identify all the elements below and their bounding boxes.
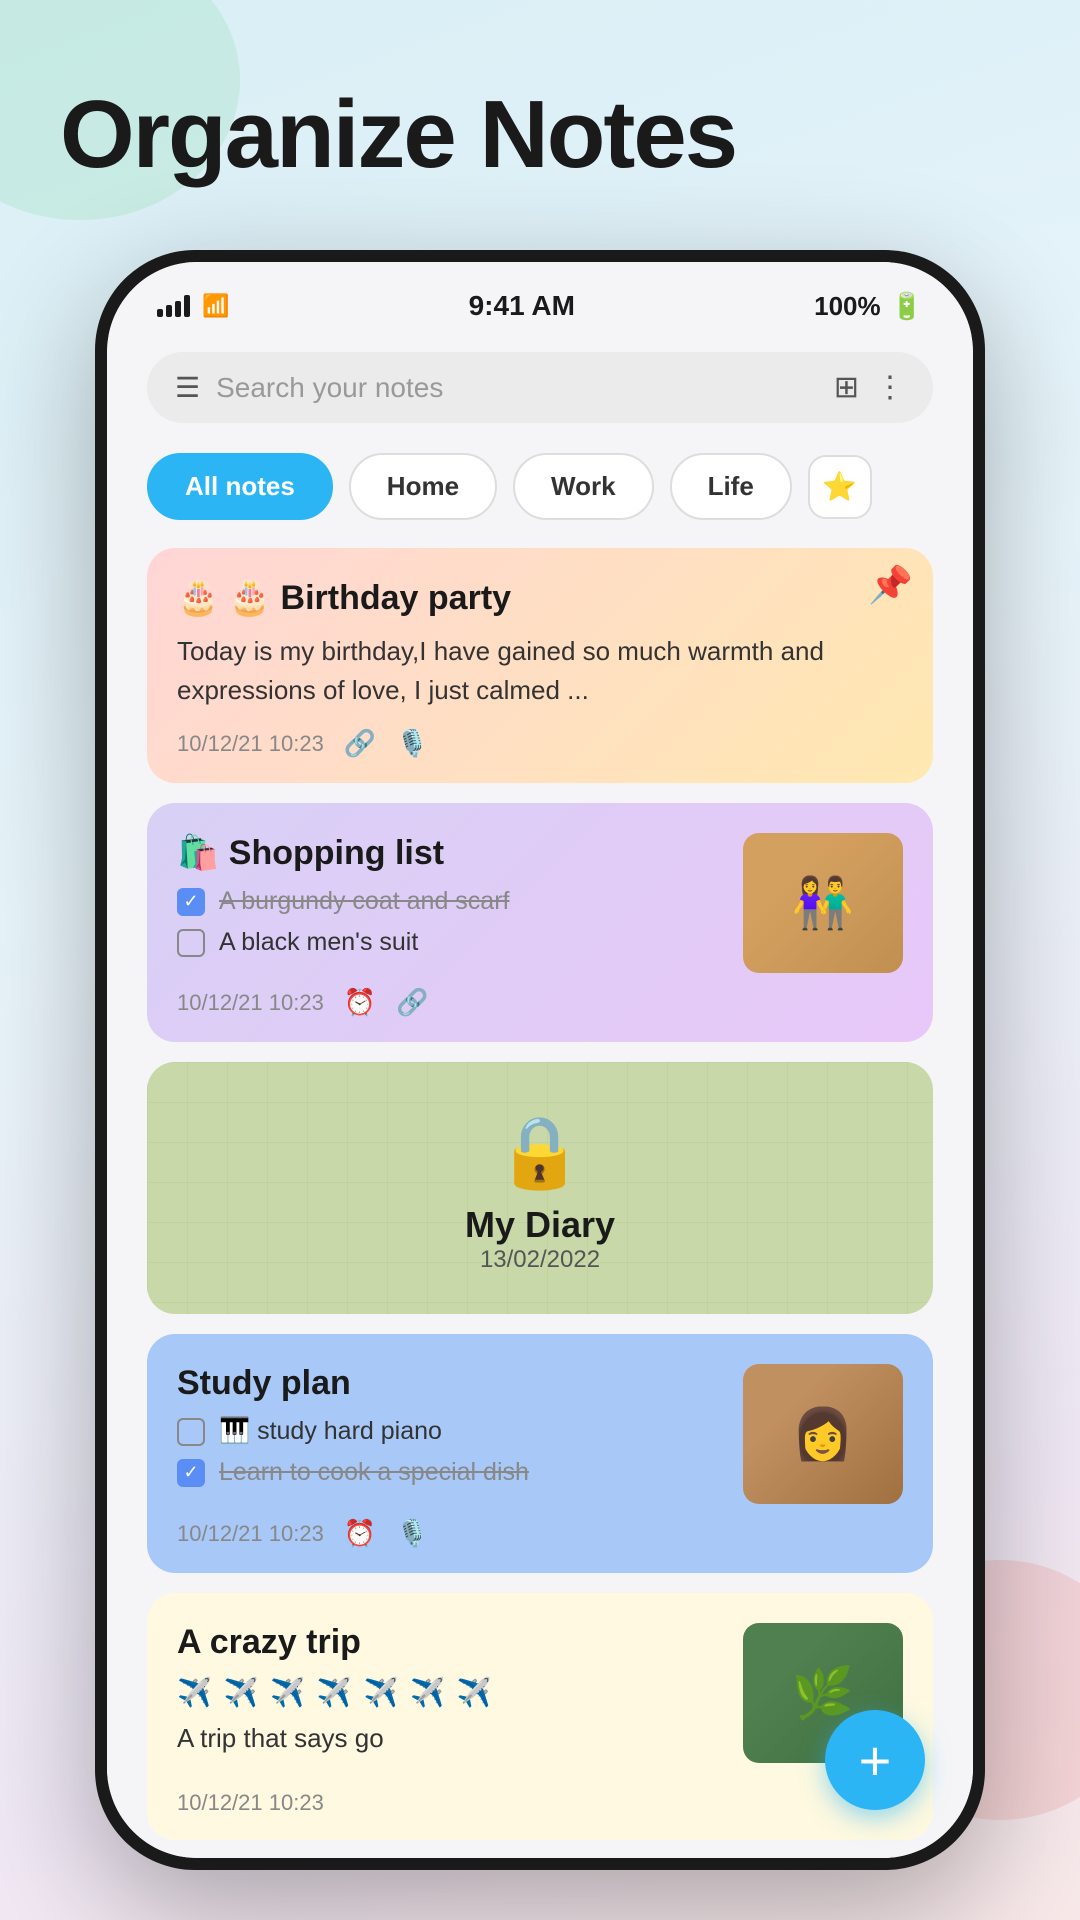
hamburger-icon[interactable]: ☰ — [175, 371, 200, 404]
note-body-trip: A trip that says go — [177, 1719, 723, 1758]
checkbox-2[interactable] — [177, 929, 205, 957]
study-item-1: 🎹 study hard piano — [177, 1417, 723, 1446]
trip-inner: A crazy trip ✈️ ✈️ ✈️ ✈️ ✈️ ✈️ ✈️ A trip… — [177, 1623, 903, 1776]
note-card-trip[interactable]: A crazy trip ✈️ ✈️ ✈️ ✈️ ✈️ ✈️ ✈️ A trip… — [147, 1593, 933, 1840]
note-title-study: Study plan — [177, 1364, 723, 1403]
checklist-item-2: A black men's suit — [177, 928, 723, 957]
notes-list: 📌 🎂 🎂 Birthday party Today is my birthda… — [147, 548, 933, 1840]
note-footer-shopping: 10/12/21 10:23 ⏰ 🔗 — [177, 987, 903, 1018]
microphone-icon: 🎙️ — [396, 728, 428, 759]
tab-life[interactable]: Life — [670, 453, 792, 520]
note-card-shopping[interactable]: 🛍️ Shopping list ✓ A burgundy coat and s… — [147, 803, 933, 1042]
study-checkbox-2[interactable]: ✓ — [177, 1459, 205, 1487]
shopping-content: 🛍️ Shopping list ✓ A burgundy coat and s… — [177, 833, 723, 973]
checklist-text-2: A black men's suit — [219, 928, 418, 957]
search-bar[interactable]: ☰ Search your notes ⊞ ⋮ — [147, 352, 933, 423]
note-date-birthday: 10/12/21 10:23 — [177, 731, 324, 757]
note-date-diary: 13/02/2022 — [480, 1246, 600, 1274]
wifi-icon: 📶 — [202, 293, 229, 319]
note-card-diary[interactable]: 🔒 My Diary 13/02/2022 — [147, 1062, 933, 1314]
fab-add-note[interactable]: + — [825, 1710, 925, 1810]
battery-percent: 100% — [814, 291, 881, 322]
note-body-birthday: Today is my birthday,I have gained so mu… — [177, 632, 903, 710]
note-title-shopping: 🛍️ Shopping list — [177, 833, 723, 873]
phone-frame: 📶 9:41 AM 100% 🔋 ☰ Search your notes ⊞ ⋮… — [95, 250, 985, 1870]
note-title-trip: A crazy trip — [177, 1623, 723, 1662]
microphone-icon-2: 🎙️ — [396, 1518, 428, 1549]
pin-icon: 📌 — [868, 564, 913, 606]
battery-icon: 🔋 — [891, 291, 923, 322]
alarm-icon: ⏰ — [344, 987, 376, 1018]
checklist-item-1: ✓ A burgundy coat and scarf — [177, 887, 723, 916]
alarm-icon-2: ⏰ — [344, 1518, 376, 1549]
lock-icon: 🔒 — [496, 1112, 583, 1194]
checklist-text-1: A burgundy coat and scarf — [219, 887, 509, 916]
trip-emoji-row: ✈️ ✈️ ✈️ ✈️ ✈️ ✈️ ✈️ — [177, 1676, 723, 1709]
study-item-2: ✓ Learn to cook a special dish — [177, 1458, 723, 1487]
study-image: 👩 — [743, 1364, 903, 1504]
study-inner: Study plan 🎹 study hard piano ✓ Learn to… — [177, 1364, 903, 1504]
app-content: ☰ Search your notes ⊞ ⋮ All notes Home W… — [107, 332, 973, 1858]
tab-all-notes[interactable]: All notes — [147, 453, 333, 520]
filter-tabs: All notes Home Work Life ⭐ — [147, 453, 933, 520]
note-footer-birthday: 10/12/21 10:23 🔗 🎙️ — [177, 728, 903, 759]
note-date-trip: 10/12/21 10:23 — [177, 1790, 324, 1816]
note-date-study: 10/12/21 10:23 — [177, 1521, 324, 1547]
status-time: 9:41 AM — [469, 290, 575, 322]
study-content: Study plan 🎹 study hard piano ✓ Learn to… — [177, 1364, 723, 1504]
study-checkbox-1[interactable] — [177, 1418, 205, 1446]
page-title: Organize Notes — [60, 80, 736, 190]
signal-icon — [157, 295, 190, 317]
tab-bookmark[interactable]: ⭐ — [808, 455, 872, 519]
status-bar: 📶 9:41 AM 100% 🔋 — [107, 262, 973, 332]
more-options-icon[interactable]: ⋮ — [875, 370, 905, 405]
note-date-shopping: 10/12/21 10:23 — [177, 990, 324, 1016]
note-title-birthday: 🎂 🎂 Birthday party — [177, 578, 903, 618]
status-right: 100% 🔋 — [814, 291, 923, 322]
trip-content: A crazy trip ✈️ ✈️ ✈️ ✈️ ✈️ ✈️ ✈️ A trip… — [177, 1623, 723, 1776]
search-input[interactable]: Search your notes — [216, 372, 818, 404]
grid-view-icon[interactable]: ⊞ — [834, 370, 859, 405]
tab-work[interactable]: Work — [513, 453, 654, 520]
tab-home[interactable]: Home — [349, 453, 497, 520]
note-title-diary: My Diary — [465, 1204, 615, 1246]
study-text-2: Learn to cook a special dish — [219, 1458, 529, 1487]
note-card-birthday[interactable]: 📌 🎂 🎂 Birthday party Today is my birthda… — [147, 548, 933, 783]
link-icon-2: 🔗 — [396, 987, 428, 1018]
phone-screen: 📶 9:41 AM 100% 🔋 ☰ Search your notes ⊞ ⋮… — [107, 262, 973, 1858]
shopping-inner: 🛍️ Shopping list ✓ A burgundy coat and s… — [177, 833, 903, 973]
note-card-study[interactable]: Study plan 🎹 study hard piano ✓ Learn to… — [147, 1334, 933, 1573]
note-footer-trip: 10/12/21 10:23 — [177, 1790, 903, 1816]
checkbox-1[interactable]: ✓ — [177, 888, 205, 916]
link-icon: 🔗 — [344, 728, 376, 759]
status-left: 📶 — [157, 293, 229, 319]
study-text-1: 🎹 study hard piano — [219, 1417, 442, 1446]
note-footer-study: 10/12/21 10:23 ⏰ 🎙️ — [177, 1518, 903, 1549]
shopping-image: 👫 — [743, 833, 903, 973]
